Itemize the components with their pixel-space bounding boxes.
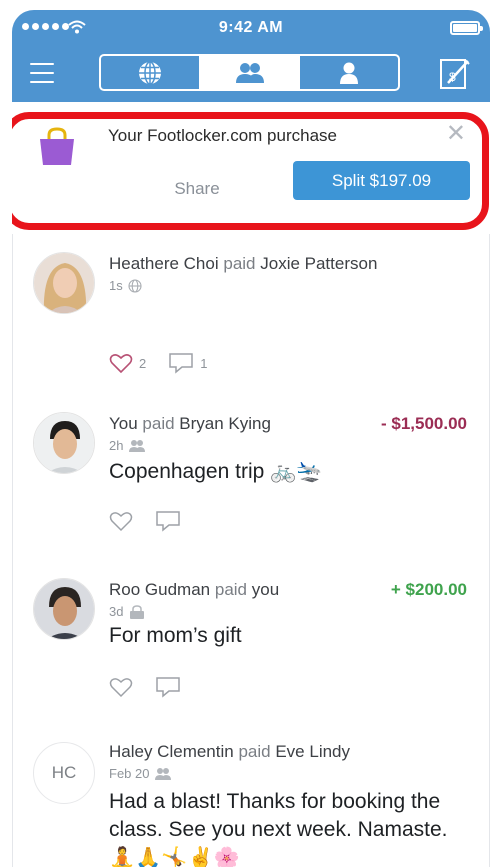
tab-personal[interactable] [298, 56, 398, 89]
avatar[interactable] [33, 252, 95, 314]
story-verb: paid [223, 254, 256, 273]
story-actor[interactable]: Haley Clementin [109, 742, 234, 761]
tab-public[interactable] [101, 56, 199, 89]
comment-button[interactable]: 1 [168, 352, 207, 374]
comment-button[interactable] [155, 510, 181, 532]
shopping-bag-icon [40, 127, 74, 165]
split-button[interactable]: Split $197.09 [293, 161, 470, 200]
like-button[interactable]: 2 [109, 352, 146, 374]
story-verb: paid [142, 414, 175, 433]
story-time: Feb 20 [109, 766, 150, 781]
story-meta: 1s [109, 278, 142, 293]
heart-icon [109, 354, 133, 374]
purchase-banner: Your Footlocker.com purchase ✕ Share Spl… [12, 102, 490, 234]
app-header: 9:42 AM $ [12, 10, 490, 102]
tab-friends[interactable] [198, 56, 299, 89]
status-bar: 9:42 AM [12, 10, 490, 48]
comment-button[interactable] [155, 676, 181, 698]
story-time: 2h [109, 438, 124, 453]
battery-icon [450, 21, 483, 35]
pay-or-request-icon[interactable]: $ [438, 57, 472, 91]
share-button[interactable]: Share [132, 170, 262, 208]
like-button[interactable] [109, 676, 133, 698]
story-title: Heathere Choi paid Joxie Patterson [109, 254, 377, 274]
payment-note: For mom’s gift [109, 624, 242, 647]
story-target[interactable]: Bryan Kying [179, 414, 271, 433]
avatar[interactable] [33, 412, 95, 474]
friends-icon [155, 767, 172, 780]
story-verb: paid [214, 580, 247, 599]
feed-filter-tabs [99, 54, 400, 91]
avatar[interactable]: HC [33, 742, 95, 804]
hamburger-menu-icon[interactable] [30, 63, 56, 85]
comment-count: 1 [200, 355, 208, 371]
story-actions [109, 510, 181, 532]
svg-text:$: $ [449, 70, 456, 84]
payment-note: Copenhagen trip 🚲🛬 [109, 460, 323, 483]
avatar[interactable] [33, 578, 95, 640]
story-title: You paid Bryan Kying [109, 414, 271, 434]
person-icon [340, 62, 359, 84]
phone-screen: 9:42 AM $ Your Footlocker.com purchase ✕… [12, 10, 490, 867]
story-target[interactable]: you [252, 580, 279, 599]
payment-amount: - $1,500.00 [380, 414, 467, 433]
activity-feed[interactable]: Heathere Choi paid Joxie Patterson 1s 2 [12, 234, 490, 867]
payment-note: Had a blast! Thanks for booking the clas… [109, 788, 448, 867]
story-actor[interactable]: Roo Gudman [109, 580, 210, 599]
payment-note-line: class. See you next week. Namaste. [109, 818, 448, 842]
payment-note-emoji: 🧘🙏🤸✌️🌸 [109, 846, 240, 867]
story-actions: 2 1 [109, 352, 207, 374]
close-icon[interactable]: ✕ [446, 122, 466, 146]
comment-icon [156, 511, 180, 532]
friends-icon [129, 439, 146, 452]
heart-icon [109, 678, 133, 698]
globe-icon [138, 60, 161, 85]
heart-icon [109, 512, 133, 532]
story-meta: 3d [109, 604, 146, 619]
story-target[interactable]: Joxie Patterson [260, 254, 377, 273]
payment-note-line: Had a blast! Thanks for booking the [109, 790, 441, 813]
lock-icon [130, 604, 145, 619]
like-button[interactable] [109, 510, 133, 532]
story-meta: 2h [109, 438, 146, 453]
story-title: Haley Clementin paid Eve Lindy [109, 742, 350, 762]
story-time: 3d [109, 604, 124, 619]
story-actor[interactable]: Heathere Choi [109, 254, 219, 273]
like-count: 2 [139, 355, 147, 371]
banner-title: Your Footlocker.com purchase [108, 126, 337, 145]
story-target[interactable]: Eve Lindy [275, 742, 350, 761]
comment-icon [169, 353, 193, 374]
story-title: Roo Gudman paid you [109, 580, 279, 600]
payment-amount: + $200.00 [390, 580, 467, 599]
story-verb: paid [238, 742, 271, 761]
status-time: 9:42 AM [218, 19, 284, 36]
comment-icon [156, 677, 180, 698]
story-actor[interactable]: You [109, 414, 138, 433]
friends-icon [235, 62, 264, 83]
globe-icon [128, 278, 142, 293]
story-actions [109, 676, 181, 698]
story-meta: Feb 20 [109, 766, 172, 781]
story-time: 1s [109, 278, 123, 293]
